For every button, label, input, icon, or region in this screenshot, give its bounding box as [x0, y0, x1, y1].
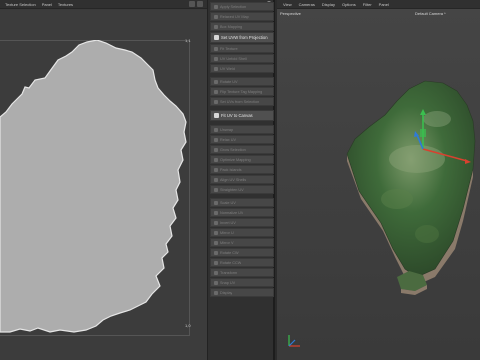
- cmd-relax-uv[interactable]: Relax UV: [210, 135, 274, 144]
- viewport-menubar: View Cameras Display Options Filter Pane…: [277, 0, 480, 9]
- cmd-mirror-u[interactable]: Mirror U: [210, 228, 274, 237]
- cmd-rotate-ccw[interactable]: Rotate CCW: [210, 258, 274, 267]
- command-icon: [214, 157, 218, 162]
- vp-menu-view[interactable]: View: [283, 2, 292, 7]
- cmd-uv-unfold-shell[interactable]: UV Unfold Shell: [210, 54, 274, 63]
- command-icon: [214, 14, 218, 19]
- cmd-pack-islands[interactable]: Pack Islands: [210, 165, 274, 174]
- cmd-optimize-mapping[interactable]: Optimize Mapping: [210, 155, 274, 164]
- cmd-apply-selection[interactable]: Apply Selection: [210, 2, 274, 11]
- command-icon: [214, 290, 218, 295]
- terrain-model[interactable]: [277, 9, 480, 360]
- cmd-relaxed-uv-map[interactable]: Relaxed UV Map: [210, 12, 274, 21]
- layout-icon[interactable]: [197, 1, 203, 7]
- cmd-set-uvs-from-selection[interactable]: Set UVs from Selection: [210, 97, 274, 106]
- command-icon: [214, 137, 218, 142]
- cmd-uv-weld[interactable]: UV Weld: [210, 64, 274, 73]
- cmd-unwrap[interactable]: Unwrap: [210, 125, 274, 134]
- cmd-align-uv-shells[interactable]: Align UV Shells: [210, 175, 274, 184]
- cmd-box-mapping[interactable]: Box Mapping: [210, 22, 274, 31]
- cmd-mirror-v[interactable]: Mirror V: [210, 238, 274, 247]
- cmd-straighten-uv[interactable]: Straighten UV: [210, 185, 274, 194]
- uv-toolbar-icons: [189, 1, 203, 7]
- vp-menu-panel[interactable]: Panel: [379, 2, 389, 7]
- command-icon: [214, 210, 218, 215]
- expand-icon[interactable]: [189, 1, 195, 7]
- uv-island-shape[interactable]: [0, 40, 200, 340]
- command-icon: [214, 187, 218, 192]
- command-icon: [214, 200, 218, 205]
- command-icon: [214, 99, 218, 104]
- cmd-snap-uv[interactable]: Snap UV: [210, 278, 274, 287]
- viewport-panel: View Cameras Display Options Filter Pane…: [277, 0, 480, 360]
- command-icon: [214, 56, 218, 61]
- app-window: Texture Selection Panel Textures 1,1 1,0…: [0, 0, 480, 360]
- uv-menu-panel[interactable]: Panel: [42, 2, 52, 7]
- vp-menu-options[interactable]: Options: [342, 2, 356, 7]
- command-icon: [214, 66, 218, 71]
- cmd-rotate-cw[interactable]: Rotate CW: [210, 248, 274, 257]
- command-icon: [214, 230, 218, 235]
- cmd-display[interactable]: Display: [210, 288, 274, 297]
- uv-menu-texture-selection[interactable]: Texture Selection: [5, 2, 36, 7]
- cmd-flip-texture-tag-mapping[interactable]: Flip Texture Tag Mapping: [210, 87, 274, 96]
- uv-command-list: Apply Selection Relaxed UV Map Box Mappi…: [210, 2, 274, 298]
- vp-menu-display[interactable]: Display: [322, 2, 335, 7]
- command-icon: [214, 240, 218, 245]
- command-icon: [214, 280, 218, 285]
- vp-menu-filter[interactable]: Filter: [363, 2, 372, 7]
- vp-menu-cameras[interactable]: Cameras: [299, 2, 315, 7]
- uv-menu-textures[interactable]: Textures: [58, 2, 73, 7]
- command-icon: [214, 127, 218, 132]
- command-icon: [214, 46, 218, 51]
- cmd-scale-uv[interactable]: Scale UV: [210, 198, 274, 207]
- cmd-invert-uv[interactable]: Invert UV: [210, 218, 274, 227]
- cmd-fit-texture[interactable]: Fit Texture: [210, 44, 274, 53]
- command-icon: [214, 4, 218, 9]
- command-icon: [214, 177, 218, 182]
- command-icon: [214, 167, 218, 172]
- command-icon: [214, 250, 218, 255]
- command-icon: [214, 270, 218, 275]
- uv-canvas[interactable]: 1,1 1,0: [0, 10, 207, 360]
- command-icon: [214, 113, 219, 118]
- cmd-transform[interactable]: Transform: [210, 268, 274, 277]
- command-icon: [214, 89, 218, 94]
- command-icon: [214, 220, 218, 225]
- cmd-grow-selection[interactable]: Grow Selection: [210, 145, 274, 154]
- world-axis-icon: [288, 335, 300, 347]
- command-icon: [214, 147, 218, 152]
- cmd-normalize-uv[interactable]: Normalize UV: [210, 208, 274, 217]
- cmd-rotate-uv[interactable]: Rotate UV: [210, 77, 274, 86]
- uv-editor-menubar: Texture Selection Panel Textures: [0, 0, 207, 9]
- command-icon: [214, 79, 218, 84]
- uv-commands-panel: Apply Selection Relaxed UV Map Box Mappi…: [207, 0, 275, 360]
- command-icon: [214, 35, 219, 40]
- cmd-fit-uv-to-canvas[interactable]: Fit UV to Canvas: [210, 110, 274, 121]
- command-icon: [214, 260, 218, 265]
- viewport-3d-view[interactable]: Perspective Default Camera *: [277, 9, 480, 360]
- command-icon: [214, 24, 218, 29]
- uv-editor-panel: Texture Selection Panel Textures 1,1 1,0: [0, 0, 207, 360]
- cmd-set-uvw-from-projection[interactable]: Set UVW from Projection: [210, 32, 274, 43]
